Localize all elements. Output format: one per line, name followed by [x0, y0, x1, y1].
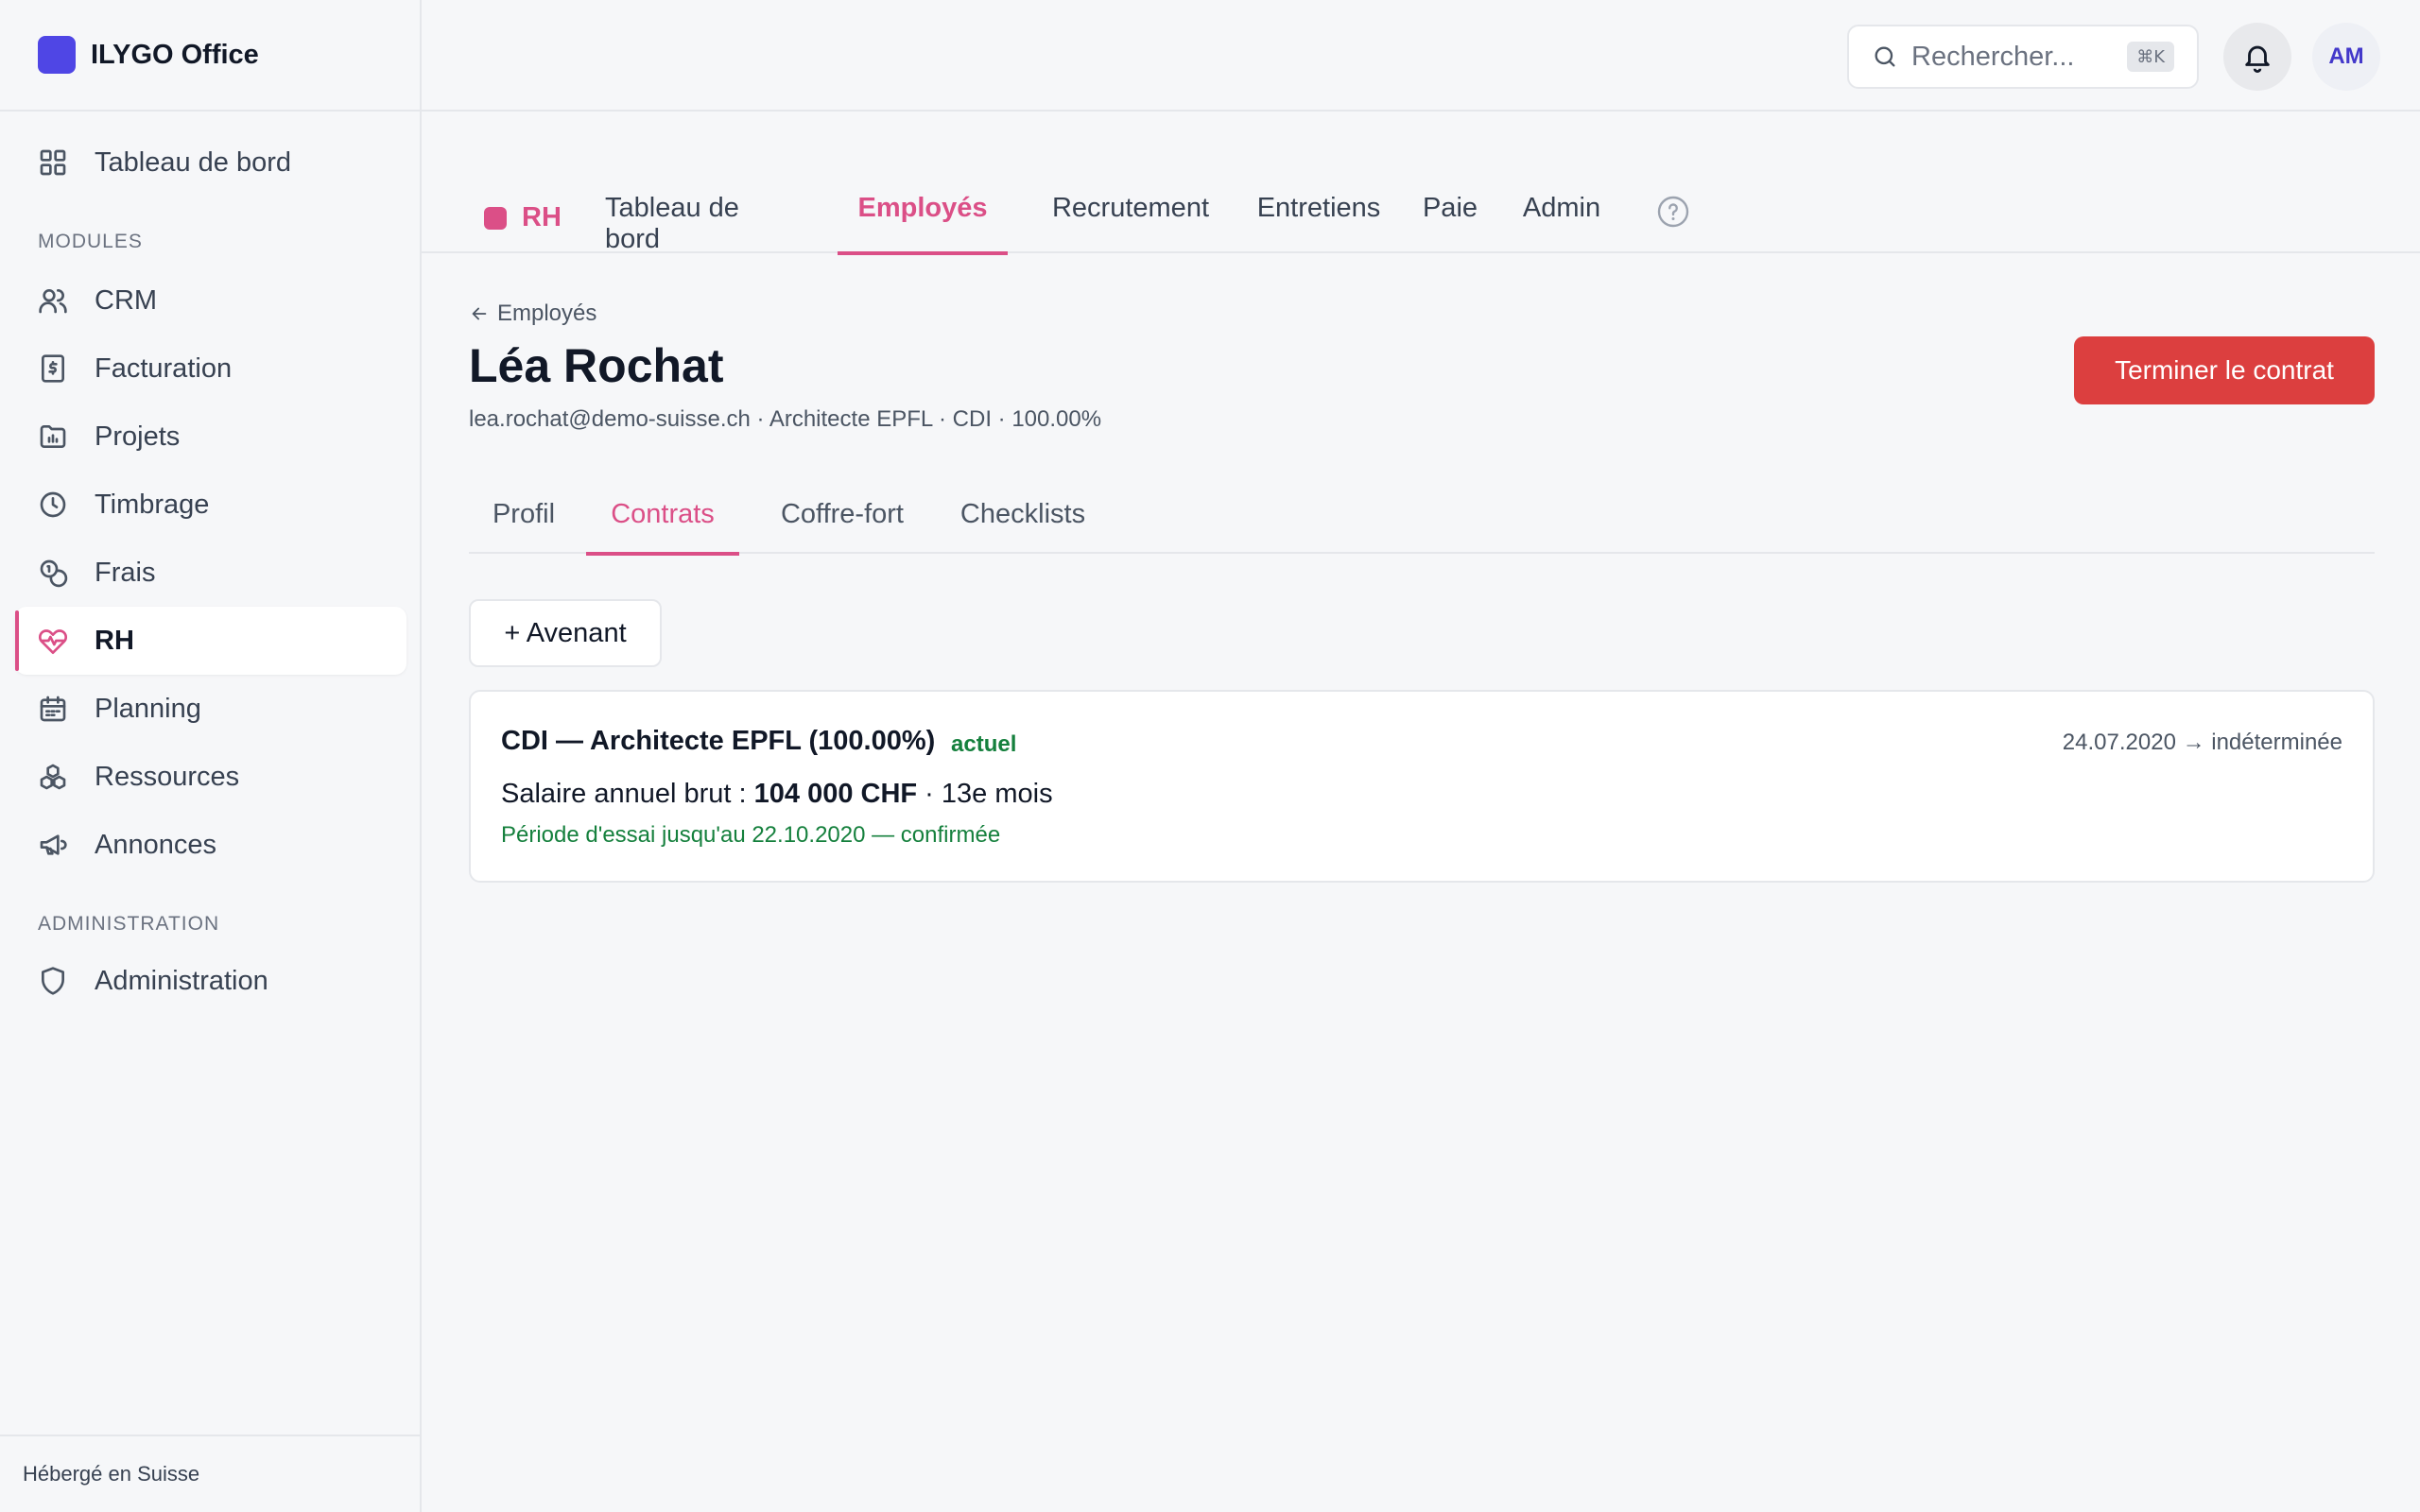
help-icon[interactable] — [1656, 195, 1690, 229]
sidebar-item-annonces[interactable]: Annonces — [15, 811, 406, 879]
bell-icon — [2245, 45, 2270, 73]
avatar[interactable]: AM — [2312, 23, 2380, 91]
sidebar-item-rh[interactable]: RH — [15, 607, 406, 675]
back-link-label: Employés — [497, 301, 597, 326]
clock-icon — [40, 491, 66, 518]
section-label-administration: ADMINISTRATION — [38, 913, 220, 935]
folder-chart-icon — [40, 425, 66, 448]
sidebar-item-label: Ressources — [95, 761, 240, 792]
tab-admin[interactable]: Admin — [1509, 193, 1615, 253]
sidebar-item-label: RH — [95, 625, 134, 656]
arrow-left-icon — [472, 307, 487, 320]
megaphone-icon — [40, 834, 67, 855]
sidebar-item-facturation[interactable]: Facturation — [15, 335, 406, 403]
calendar-icon — [40, 696, 66, 722]
add-amendment-button[interactable]: + Avenant — [469, 599, 662, 667]
tab-paie[interactable]: Paie — [1412, 193, 1488, 253]
users-icon — [39, 289, 67, 314]
grid-icon — [40, 149, 66, 176]
boxes-icon — [40, 764, 66, 790]
coins-icon — [40, 559, 68, 588]
contract-card[interactable]: CDI — Architecte EPFL (100.00%) actuel 2… — [469, 690, 2375, 883]
salary-suffix: · 13e mois — [917, 779, 1053, 809]
subtab-coffre-fort[interactable]: Coffre-fort — [752, 499, 932, 554]
hosting-note: Hébergé en Suisse — [0, 1435, 422, 1512]
subtab-checklists[interactable]: Checklists — [938, 499, 1108, 554]
subtab-contrats[interactable]: Contrats — [586, 499, 739, 556]
page-title: Léa Rochat — [469, 339, 724, 392]
sidebar-item-label: Administration — [95, 965, 268, 996]
sidebar-item-label: Frais — [95, 557, 156, 588]
brand[interactable]: ILYGO Office — [0, 0, 420, 112]
sidebar-item-label: CRM — [95, 284, 158, 316]
contract-title: CDI — Architecte EPFL (100.00%) — [501, 726, 936, 756]
sidebar: ILYGO Office Tableau de bord MODULES CRM… — [0, 0, 422, 1512]
module-tabs: RH Tableau de bord Employés Recrutement … — [422, 112, 2420, 255]
sidebar-item-ressources[interactable]: Ressources — [15, 743, 406, 811]
section-label-modules: MODULES — [38, 231, 143, 252]
app-logo — [38, 36, 76, 74]
search-icon — [1875, 46, 1895, 67]
sidebar-item-label: Tableau de bord — [95, 146, 291, 178]
notifications-button[interactable] — [2223, 23, 2291, 91]
terminate-contract-button[interactable]: Terminer le contrat — [2074, 336, 2375, 404]
contract-dates: 24.07.2020 → indéterminée — [2062, 730, 2342, 755]
app-name: ILYGO Office — [91, 39, 259, 70]
sidebar-item-frais[interactable]: Frais — [15, 539, 406, 607]
search-input[interactable]: Rechercher... ⌘K — [1847, 25, 2199, 89]
sidebar-item-label: Timbrage — [95, 489, 210, 520]
sidebar-item-crm[interactable]: CRM — [15, 266, 406, 335]
employee-subtabs: Profil Contrats Coffre-fort Checklists — [469, 488, 2375, 556]
subtab-profil[interactable]: Profil — [469, 499, 579, 554]
salary-amount: 104 000 CHF — [753, 779, 918, 809]
sidebar-item-label: Projets — [95, 421, 181, 452]
topbar: Rechercher... ⌘K AM — [422, 0, 2420, 112]
sidebar-item-administration[interactable]: Administration — [15, 947, 406, 1015]
search-placeholder: Rechercher... — [1911, 41, 2075, 72]
module-badge: RH — [484, 202, 562, 233]
sidebar-item-projets[interactable]: Projets — [15, 403, 406, 471]
tab-tableau-de-bord[interactable]: Tableau de bord — [605, 193, 796, 254]
tab-employes[interactable]: Employés — [838, 193, 1008, 255]
tab-entretiens[interactable]: Entretiens — [1248, 193, 1390, 253]
sidebar-item-label: Facturation — [95, 352, 233, 384]
tab-recrutement[interactable]: Recrutement — [1036, 193, 1225, 253]
contract-salary: Salaire annuel brut : 104 000 CHF · 13e … — [501, 779, 1053, 810]
module-color-dot — [484, 206, 507, 230]
invoice-icon — [42, 354, 64, 383]
sidebar-item-planning[interactable]: Planning — [15, 675, 406, 743]
sidebar-item-label: Annonces — [95, 829, 216, 860]
sidebar-item-dashboard[interactable]: Tableau de bord — [15, 129, 406, 197]
trial-period: Période d'essai jusqu'au 22.10.2020 — co… — [501, 822, 1001, 848]
employee-meta: lea.rochat@demo-suisse.ch · Architecte E… — [469, 406, 1102, 432]
shield-icon — [42, 967, 64, 995]
sidebar-item-timbrage[interactable]: Timbrage — [15, 471, 406, 539]
heart-pulse-icon — [39, 629, 67, 654]
status-badge: actuel — [951, 731, 1017, 757]
sidebar-item-label: Planning — [95, 693, 201, 724]
search-shortcut: ⌘K — [2127, 42, 2174, 72]
back-link[interactable]: Employés — [469, 301, 596, 327]
module-name: RH — [522, 202, 562, 232]
salary-prefix: Salaire annuel brut : — [501, 779, 754, 809]
